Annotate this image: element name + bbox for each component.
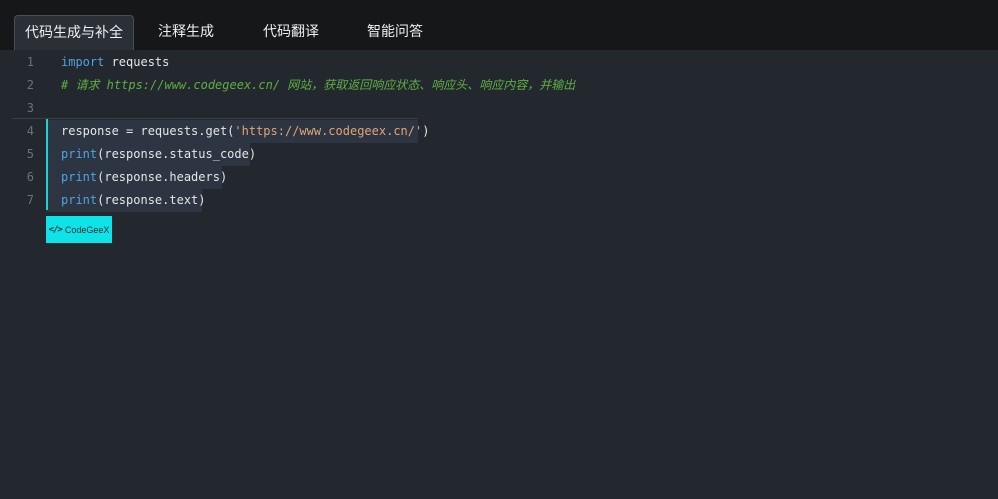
code-editor[interactable]: 1 import requests 2 # 请求 https://www.cod… (0, 50, 998, 499)
line-number: 2 (26, 78, 34, 92)
code-text: import requests (61, 55, 170, 69)
code-text: response = requests.get('https://www.cod… (61, 124, 430, 138)
tab-label: 智能问答 (367, 24, 423, 40)
code-line: 3 (0, 97, 998, 120)
tab-comment-generation[interactable]: 注释生成 (146, 15, 226, 50)
code-line-suggested: 7 print(response.text) (0, 189, 998, 212)
code-text: print(response.headers) (61, 170, 228, 184)
tab-smart-qa[interactable]: 智能问答 (355, 15, 435, 50)
code-text: print(response.status_code) (61, 147, 257, 161)
codegeex-demo-window: 代码生成与补全 注释生成 代码翻译 智能问答 1 import requests… (0, 0, 998, 499)
tab-code-generation[interactable]: 代码生成与补全 (14, 15, 134, 50)
line-number: 1 (26, 55, 34, 69)
line-number: 3 (26, 101, 34, 115)
tab-label: 注释生成 (158, 24, 214, 40)
code-line: 2 # 请求 https://www.codegeex.cn/ 网站，获取返回响… (0, 74, 998, 97)
code-brackets-icon: </> (48, 224, 63, 235)
code-line-suggested: 6 print(response.headers) (0, 166, 998, 189)
code-line: 1 import requests (0, 51, 998, 74)
line-number: 4 (26, 124, 34, 138)
tab-label: 代码生成与补全 (25, 25, 123, 41)
code-line-suggested: 5 print(response.status_code) (0, 143, 998, 166)
tab-code-translation[interactable]: 代码翻译 (251, 15, 331, 50)
code-comment: # 请求 https://www.codegeex.cn/ 网站，获取返回响应状… (61, 78, 576, 92)
badge-label: CodeGeeX (64, 224, 110, 235)
code-line-suggested: 4 response = requests.get('https://www.c… (0, 120, 998, 143)
codegeex-badge[interactable]: </> CodeGeeX (46, 216, 112, 243)
tab-label: 代码翻译 (263, 24, 319, 40)
code-text: print(response.text) (61, 193, 206, 207)
line-number: 5 (26, 147, 34, 161)
line-number: 7 (26, 193, 34, 207)
tab-bar: 代码生成与补全 注释生成 代码翻译 智能问答 (0, 0, 998, 50)
line-number: 6 (26, 170, 34, 184)
